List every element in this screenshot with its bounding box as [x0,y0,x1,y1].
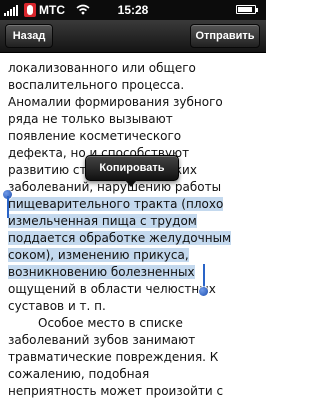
text-line: Аномалии формирования зубного [8,95,223,109]
status-time: 15:28 [117,3,149,17]
text-line: заболеваний, нарушению работы [8,180,222,194]
selection-end-handle[interactable] [199,287,208,296]
selected-text-line[interactable]: пищеварительного тракта (плохо [8,197,224,211]
paragraph-2: Особое место в списке заболеваний зубов … [8,315,258,400]
send-button[interactable]: Отправить [190,24,260,48]
selection-end-line [203,264,205,288]
selection-start-line [7,196,9,218]
text-line: Особое место в списке [38,316,183,330]
battery-icon [236,5,256,14]
paragraph-1: локализованного или общего воспалительно… [8,60,258,315]
back-button[interactable]: Назад [5,24,53,48]
text-line: неприятность может произойти с [8,384,224,398]
text-line: суставов и т. п. [8,299,106,313]
text-line: ощущений в области челюстных [8,282,216,296]
document-text[interactable]: локализованного или общего воспалительно… [8,60,258,400]
battery-tip [256,8,258,12]
text-line: воспалительного процесса. [8,78,185,92]
text-line: ряда не только вызывают [8,112,173,126]
selected-text-line[interactable]: возникновению болезненных [8,265,195,279]
navigation-bar: Назад Отправить [0,20,266,53]
selected-text-line[interactable]: измельченная пища с трудом [8,214,197,228]
text-line: заболеваний зубов занимают [8,333,196,347]
copy-menu-arrow [125,180,137,187]
status-bar: МТС 15:28 [0,0,266,20]
selected-text-line[interactable]: соком), изменению прикуса, [8,248,189,262]
text-line: появление косметического [8,129,182,143]
text-line: локализованного или общего [8,61,196,75]
selected-text-line[interactable]: поддается обработке желудочным [8,231,232,245]
text-line: травматические повреждения. К [8,350,219,364]
text-line: сожалению, подобная [8,367,150,381]
copy-menu-button[interactable]: Копировать [85,155,179,181]
